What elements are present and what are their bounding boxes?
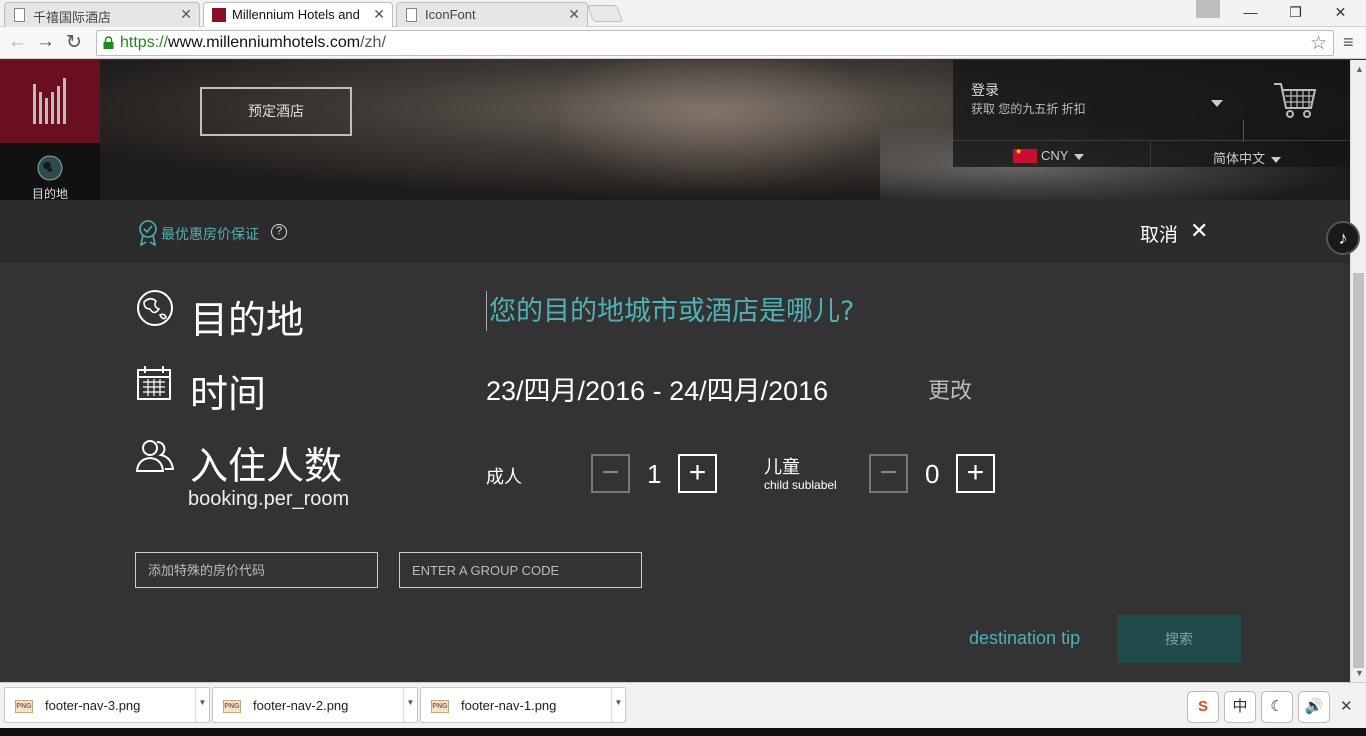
guests-sublabel: booking.per_room [188,488,350,510]
login-subtitle: 获取 您的九五折 折扣 [971,102,1086,116]
chevron-down-icon[interactable]: ▼ [195,688,209,722]
logo-bars-icon [33,78,66,124]
tab-millennium[interactable]: Millennium Hotels and Resorts ✕ [203,2,393,27]
close-icon[interactable]: ✕ [180,6,192,23]
millennium-favicon-icon [212,8,226,22]
png-file-icon: PNG [15,700,33,713]
taskbar [0,728,1366,736]
adults-label: 成人 [486,467,522,487]
special-rate-code-input[interactable] [135,552,378,588]
booking-form: 目的地 时间 23/四月/2016 - 24/四月/2016 更改 入住人数 b… [0,263,1350,682]
award-ribbon-icon [139,220,157,246]
maximize-button[interactable]: ❐ [1273,0,1318,24]
profile-button[interactable] [1196,0,1220,18]
download-item[interactable]: PNG footer-nav-1.png ▼ [420,687,626,723]
adults-decrement-button[interactable]: − [591,454,630,493]
calendar-icon [137,366,171,400]
close-window-button[interactable]: ✕ [1318,0,1363,24]
scroll-thumb[interactable] [1353,273,1364,668]
cart-icon[interactable] [1273,80,1317,120]
tab-title: IconFont [425,7,476,22]
currency-select[interactable]: CNY [1041,148,1085,163]
chevron-down-icon[interactable]: ▼ [403,688,417,722]
divider [1243,120,1244,142]
login-link[interactable]: 登录 [971,80,999,100]
children-label: 儿童 [764,457,800,477]
help-icon[interactable]: ? [271,224,287,240]
bookmark-star-icon[interactable]: ☆ [1310,32,1327,55]
download-item[interactable]: PNG footer-nav-2.png ▼ [212,687,418,723]
ime-language-button[interactable]: 中 [1224,691,1256,723]
tab-iconfont[interactable]: IconFont ✕ [396,2,588,27]
tab-title: 千禧国际酒店 [33,10,112,25]
page-content: 目的地 预定酒店 登录 获取 您的九五折 折扣 CNY 简体中文 最优惠房价保证… [0,60,1350,682]
new-tab-button[interactable] [586,5,624,22]
time-label: 时间 [190,374,267,416]
china-flag-icon [1013,147,1037,163]
destination-tip: destination tip [969,628,1081,648]
globe-icon [137,290,173,326]
forward-icon[interactable]: → [36,31,55,53]
chevron-down-icon[interactable]: ▼ [611,688,625,722]
children-value: 0 [925,459,940,489]
chevron-down-icon [1271,156,1282,163]
scroll-up-icon[interactable]: ▲ [1355,64,1364,74]
guests-icon [136,440,174,472]
reload-icon[interactable]: ↻ [66,31,82,54]
page-scrollbar[interactable]: ▲ ▼ [1350,60,1366,682]
chevron-down-icon [1074,153,1085,160]
url-text: https://www.millenniumhotels.com/zh/ [120,34,386,51]
cancel-button[interactable]: 取消 [1140,220,1178,247]
adults-value: 1 [647,459,662,489]
tab-title: Millennium Hotels and Resorts [232,7,364,22]
download-filename: footer-nav-1.png [461,698,557,713]
lock-icon [103,36,114,49]
download-item[interactable]: PNG footer-nav-3.png ▼ [4,687,210,723]
locale-row: CNY 简体中文 [953,140,1350,168]
adults-increment-button[interactable]: + [678,454,717,493]
group-code-input[interactable] [399,552,642,588]
children-increment-button[interactable]: + [956,454,995,493]
search-button[interactable]: 搜索 [1117,615,1241,663]
download-filename: footer-nav-2.png [253,698,349,713]
page-icon [406,8,417,22]
tab-qianxi[interactable]: 千禧国际酒店 ✕ [4,2,200,27]
millennium-logo[interactable] [0,60,100,143]
guarantee-bar: 最优惠房价保证 ? 取消 ✕ [0,200,1350,263]
scroll-down-icon[interactable]: ▼ [1355,668,1364,678]
minimize-button[interactable]: — [1228,0,1273,24]
guests-label: 入住人数 [190,446,343,488]
destination-label: 目的地 [190,300,305,342]
back-icon[interactable]: ← [8,31,27,53]
sogou-ime-icon[interactable]: S [1187,691,1219,723]
divider [1150,141,1151,168]
best-rate-guarantee-link[interactable]: 最优惠房价保证 [161,224,259,244]
png-file-icon: PNG [223,700,241,713]
download-filename: footer-nav-3.png [45,698,141,713]
close-icon[interactable]: ✕ [373,6,385,23]
account-panel: 登录 获取 您的九五折 折扣 CNY 简体中文 [953,60,1350,168]
png-file-icon: PNG [431,700,449,713]
language-select[interactable]: 简体中文 [1213,148,1282,167]
change-dates-link[interactable]: 更改 [928,373,972,405]
close-icon[interactable]: ✕ [1340,697,1353,715]
menu-icon[interactable]: ≡ [1343,32,1354,53]
moon-icon[interactable]: ☾ [1261,691,1293,723]
address-bar[interactable]: https://www.millenniumhotels.com/zh/ ☆ [96,30,1334,56]
close-icon[interactable]: ✕ [1190,218,1208,244]
globe-icon [37,155,63,181]
children-sublabel: child sublabel [764,478,837,492]
browser-toolbar: ← → ↻ https://www.millenniumhotels.com/z… [0,27,1366,59]
date-range[interactable]: 23/四月/2016 - 24/四月/2016 [486,369,828,408]
destination-input[interactable] [486,291,1086,331]
chevron-down-icon[interactable] [1211,100,1223,107]
speaker-icon[interactable]: 🔊 [1298,691,1330,723]
children-decrement-button[interactable]: − [869,454,908,493]
assistant-widget-icon[interactable]: ♪ [1326,221,1360,255]
page-icon [14,8,25,22]
tab-strip: 千禧国际酒店 ✕ Millennium Hotels and Resorts ✕… [0,0,1366,27]
destination-nav[interactable]: 目的地 [0,143,100,201]
book-hotel-button[interactable]: 预定酒店 [200,87,352,136]
close-icon[interactable]: ✕ [568,6,580,23]
